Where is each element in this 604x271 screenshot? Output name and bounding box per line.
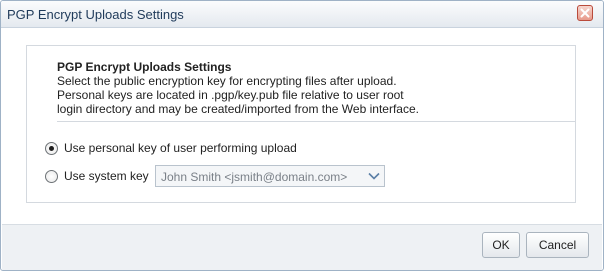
info-text: PGP Encrypt Uploads Settings Select the …	[57, 60, 547, 116]
system-key-select[interactable]: John Smith <jsmith@domain.com>	[155, 165, 385, 187]
ok-button[interactable]: OK	[482, 232, 520, 258]
close-icon	[580, 8, 590, 18]
close-button[interactable]	[577, 5, 593, 21]
system-key-radio[interactable]	[45, 169, 58, 183]
settings-panel: PGP Encrypt Uploads Settings Select the …	[26, 45, 576, 203]
info-heading: PGP Encrypt Uploads Settings	[57, 60, 232, 74]
info-line: Personal keys are located in .pgp/key.pu…	[57, 88, 404, 102]
personal-key-option[interactable]: Use personal key of user performing uplo…	[45, 139, 297, 157]
pgp-settings-dialog: PGP Encrypt Uploads Settings PGP Encrypt…	[0, 0, 604, 271]
divider	[57, 121, 575, 122]
system-key-option[interactable]: Use system key	[45, 167, 149, 185]
system-key-select-value: John Smith <jsmith@domain.com>	[161, 170, 348, 184]
info-line: login directory and may be created/impor…	[57, 102, 419, 116]
personal-key-radio[interactable]	[45, 141, 58, 155]
chevron-down-icon	[368, 172, 380, 180]
cancel-button[interactable]: Cancel	[526, 232, 589, 258]
personal-key-label[interactable]: Use personal key of user performing uplo…	[64, 141, 297, 155]
dialog-titlebar[interactable]: PGP Encrypt Uploads Settings	[1, 1, 603, 28]
dialog-body: PGP Encrypt Uploads Settings Select the …	[2, 28, 602, 224]
info-line: Select the public encryption key for enc…	[57, 74, 397, 88]
system-key-label[interactable]: Use system key	[64, 169, 149, 183]
dialog-footer: OK Cancel	[2, 224, 602, 270]
dialog-title: PGP Encrypt Uploads Settings	[7, 7, 184, 22]
